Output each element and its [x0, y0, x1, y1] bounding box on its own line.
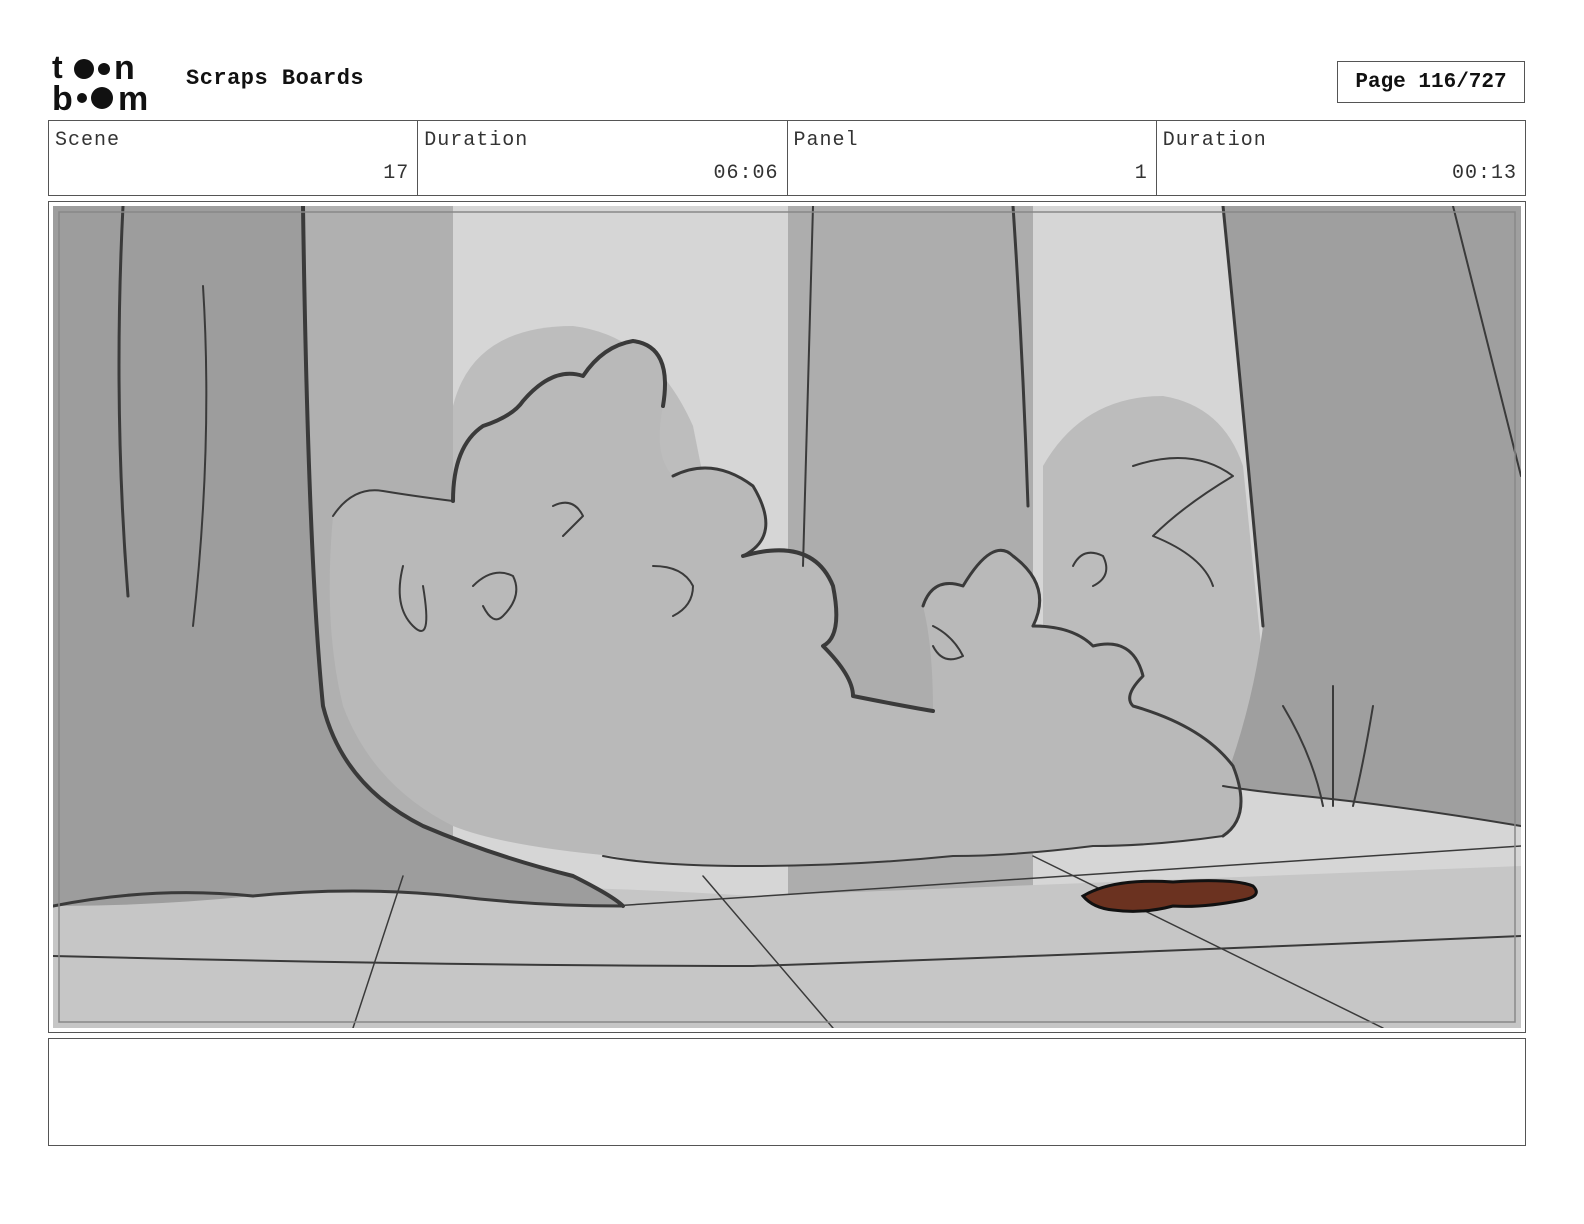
svg-text:m: m [118, 80, 148, 112]
scene-duration-value: 06:06 [713, 162, 779, 185]
page-indicator: Page 116/727 [1337, 61, 1525, 103]
panel-duration-label: Duration [1162, 129, 1267, 152]
scene-duration-label: Duration [424, 129, 529, 152]
scene-label: Scene [55, 129, 121, 152]
panel-duration-value: 00:13 [1451, 162, 1517, 185]
panel-cell: Panel 1 [788, 121, 1157, 195]
panel-value: 1 [1134, 162, 1148, 185]
scene-value: 17 [383, 162, 410, 185]
notes-box [48, 1038, 1526, 1146]
info-table: Scene 17 Duration 06:06 Panel 1 Duration… [48, 120, 1526, 196]
document-title: Scraps Boards [186, 66, 365, 91]
storyboard-panel [48, 201, 1526, 1033]
svg-text:b: b [52, 80, 73, 112]
panel-duration-cell: Duration 00:13 [1157, 121, 1525, 195]
scene-duration-cell: Duration 06:06 [418, 121, 788, 195]
logo-mark: t n b m [52, 52, 148, 112]
panel-drawing [53, 206, 1521, 1028]
scene-cell: Scene 17 [49, 121, 419, 195]
panel-label: Panel [793, 129, 859, 152]
toonboom-logo: t n b m [52, 52, 164, 112]
